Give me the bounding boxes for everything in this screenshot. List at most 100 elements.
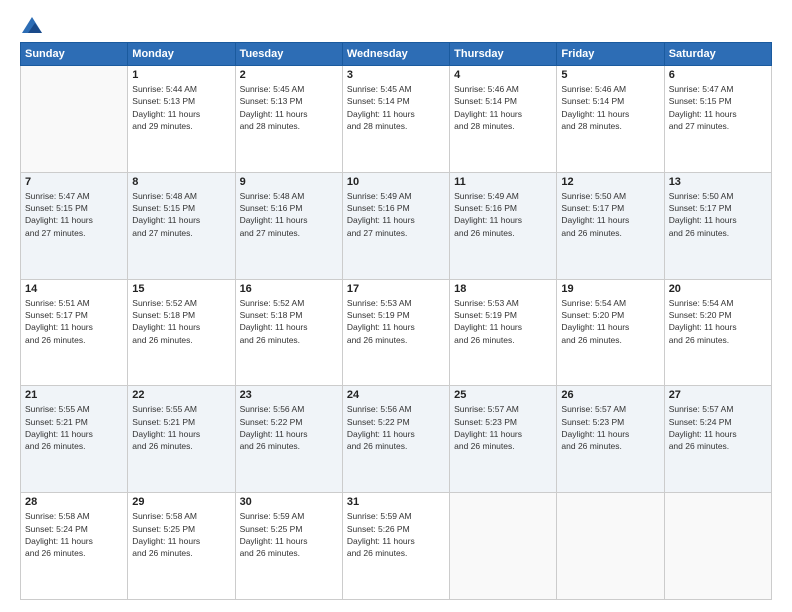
day-number: 5	[561, 69, 659, 81]
calendar-day-23: 23 Sunrise: 5:56 AM Sunset: 5:22 PM Dayli…	[235, 386, 342, 493]
day-number: 20	[669, 283, 767, 295]
day-number: 15	[132, 283, 230, 295]
calendar-empty-cell	[450, 493, 557, 600]
calendar-empty-cell	[21, 66, 128, 173]
calendar-day-2: 2Sunrise: 5:45 AM Sunset: 5:13 PM Daylig…	[235, 66, 342, 173]
calendar-table: SundayMondayTuesdayWednesdayThursdayFrid…	[20, 42, 772, 600]
calendar-day-19: 19Sunrise: 5:54 AM Sunset: 5:20 PM Dayli…	[557, 279, 664, 386]
day-number: 6	[669, 69, 767, 81]
day-number: 26	[561, 389, 659, 401]
day-number: 12	[561, 176, 659, 188]
weekday-header-thursday: Thursday	[450, 43, 557, 66]
calendar-day-3: 3 Sunrise: 5:45 AM Sunset: 5:14 PM Daylig…	[342, 66, 449, 173]
weekday-header-tuesday: Tuesday	[235, 43, 342, 66]
day-info: Sunrise: 5:45 AM Sunset: 5:14 PM Dayligh…	[347, 83, 445, 132]
calendar-day-16: 16Sunrise: 5:52 AM Sunset: 5:18 PM Dayli…	[235, 279, 342, 386]
day-info: Sunrise: 5:50 AM Sunset: 5:17 PM Dayligh…	[561, 190, 659, 239]
day-info: Sunrise: 5:57 AM Sunset: 5:23 PM Dayligh…	[454, 403, 552, 452]
day-info: Sunrise: 5:56 AM Sunset: 5:22 PM Dayligh…	[240, 403, 338, 452]
day-number: 7	[25, 176, 123, 188]
day-info: Sunrise: 5:50 AM Sunset: 5:17 PM Dayligh…	[669, 190, 767, 239]
day-info: Sunrise: 5:52 AM Sunset: 5:18 PM Dayligh…	[132, 297, 230, 346]
day-info: Sunrise: 5:54 AM Sunset: 5:20 PM Dayligh…	[669, 297, 767, 346]
logo-icon	[21, 16, 43, 34]
calendar-empty-cell	[664, 493, 771, 600]
weekday-header-wednesday: Wednesday	[342, 43, 449, 66]
calendar-day-21: 21 Sunrise: 5:55 AM Sunset: 5:21 PM Dayli…	[21, 386, 128, 493]
day-info: Sunrise: 5:48 AM Sunset: 5:16 PM Dayligh…	[240, 190, 338, 239]
day-number: 30	[240, 496, 338, 508]
day-number: 13	[669, 176, 767, 188]
calendar-week-row: 1Sunrise: 5:44 AM Sunset: 5:13 PM Daylig…	[21, 66, 772, 173]
day-info: Sunrise: 5:48 AM Sunset: 5:15 PM Dayligh…	[132, 190, 230, 239]
day-info: Sunrise: 5:47 AM Sunset: 5:15 PM Dayligh…	[669, 83, 767, 132]
day-number: 28	[25, 496, 123, 508]
day-info: Sunrise: 5:55 AM Sunset: 5:21 PM Dayligh…	[132, 403, 230, 452]
day-number: 27	[669, 389, 767, 401]
day-number: 21	[25, 389, 123, 401]
calendar-day-11: 11 Sunrise: 5:49 AM Sunset: 5:16 PM Dayli…	[450, 172, 557, 279]
day-info: Sunrise: 5:52 AM Sunset: 5:18 PM Dayligh…	[240, 297, 338, 346]
day-info: Sunrise: 5:58 AM Sunset: 5:25 PM Dayligh…	[132, 510, 230, 559]
calendar-day-1: 1Sunrise: 5:44 AM Sunset: 5:13 PM Daylig…	[128, 66, 235, 173]
day-info: Sunrise: 5:46 AM Sunset: 5:14 PM Dayligh…	[454, 83, 552, 132]
weekday-header-friday: Friday	[557, 43, 664, 66]
calendar-day-14: 14 Sunrise: 5:51 AM Sunset: 5:17 PM Dayli…	[21, 279, 128, 386]
calendar-week-row: 21 Sunrise: 5:55 AM Sunset: 5:21 PM Dayli…	[21, 386, 772, 493]
logo	[20, 16, 44, 34]
calendar-day-20: 20 Sunrise: 5:54 AM Sunset: 5:20 PM Dayli…	[664, 279, 771, 386]
day-info: Sunrise: 5:51 AM Sunset: 5:17 PM Dayligh…	[25, 297, 123, 346]
calendar-day-18: 18 Sunrise: 5:53 AM Sunset: 5:19 PM Dayli…	[450, 279, 557, 386]
day-number: 31	[347, 496, 445, 508]
header	[20, 16, 772, 34]
calendar-day-17: 17 Sunrise: 5:53 AM Sunset: 5:19 PM Dayli…	[342, 279, 449, 386]
calendar-day-28: 28Sunrise: 5:58 AM Sunset: 5:24 PM Dayli…	[21, 493, 128, 600]
calendar-day-7: 7 Sunrise: 5:47 AM Sunset: 5:15 PM Daylig…	[21, 172, 128, 279]
calendar-empty-cell	[557, 493, 664, 600]
page: SundayMondayTuesdayWednesdayThursdayFrid…	[0, 0, 792, 612]
day-number: 23	[240, 389, 338, 401]
calendar-week-row: 28Sunrise: 5:58 AM Sunset: 5:24 PM Dayli…	[21, 493, 772, 600]
day-info: Sunrise: 5:53 AM Sunset: 5:19 PM Dayligh…	[347, 297, 445, 346]
day-number: 1	[132, 69, 230, 81]
calendar-day-12: 12 Sunrise: 5:50 AM Sunset: 5:17 PM Dayli…	[557, 172, 664, 279]
day-number: 3	[347, 69, 445, 81]
day-info: Sunrise: 5:57 AM Sunset: 5:24 PM Dayligh…	[669, 403, 767, 452]
calendar-day-30: 30 Sunrise: 5:59 AM Sunset: 5:25 PM Dayli…	[235, 493, 342, 600]
day-info: Sunrise: 5:59 AM Sunset: 5:25 PM Dayligh…	[240, 510, 338, 559]
calendar-day-5: 5 Sunrise: 5:46 AM Sunset: 5:14 PM Daylig…	[557, 66, 664, 173]
weekday-header-saturday: Saturday	[664, 43, 771, 66]
day-number: 29	[132, 496, 230, 508]
day-number: 24	[347, 389, 445, 401]
day-number: 25	[454, 389, 552, 401]
calendar-day-24: 24 Sunrise: 5:56 AM Sunset: 5:22 PM Dayli…	[342, 386, 449, 493]
day-info: Sunrise: 5:57 AM Sunset: 5:23 PM Dayligh…	[561, 403, 659, 452]
day-info: Sunrise: 5:46 AM Sunset: 5:14 PM Dayligh…	[561, 83, 659, 132]
day-info: Sunrise: 5:53 AM Sunset: 5:19 PM Dayligh…	[454, 297, 552, 346]
calendar-week-row: 7 Sunrise: 5:47 AM Sunset: 5:15 PM Daylig…	[21, 172, 772, 279]
day-info: Sunrise: 5:47 AM Sunset: 5:15 PM Dayligh…	[25, 190, 123, 239]
day-number: 14	[25, 283, 123, 295]
calendar-day-10: 10Sunrise: 5:49 AM Sunset: 5:16 PM Dayli…	[342, 172, 449, 279]
calendar-day-29: 29 Sunrise: 5:58 AM Sunset: 5:25 PM Dayli…	[128, 493, 235, 600]
calendar-day-4: 4 Sunrise: 5:46 AM Sunset: 5:14 PM Daylig…	[450, 66, 557, 173]
day-info: Sunrise: 5:55 AM Sunset: 5:21 PM Dayligh…	[25, 403, 123, 452]
day-info: Sunrise: 5:56 AM Sunset: 5:22 PM Dayligh…	[347, 403, 445, 452]
day-number: 11	[454, 176, 552, 188]
calendar-header-row: SundayMondayTuesdayWednesdayThursdayFrid…	[21, 43, 772, 66]
calendar-day-15: 15 Sunrise: 5:52 AM Sunset: 5:18 PM Dayli…	[128, 279, 235, 386]
day-number: 8	[132, 176, 230, 188]
calendar-day-22: 22Sunrise: 5:55 AM Sunset: 5:21 PM Dayli…	[128, 386, 235, 493]
day-number: 18	[454, 283, 552, 295]
weekday-header-monday: Monday	[128, 43, 235, 66]
calendar-week-row: 14 Sunrise: 5:51 AM Sunset: 5:17 PM Dayli…	[21, 279, 772, 386]
day-info: Sunrise: 5:59 AM Sunset: 5:26 PM Dayligh…	[347, 510, 445, 559]
calendar-day-27: 27 Sunrise: 5:57 AM Sunset: 5:24 PM Dayli…	[664, 386, 771, 493]
day-number: 4	[454, 69, 552, 81]
calendar-day-13: 13 Sunrise: 5:50 AM Sunset: 5:17 PM Dayli…	[664, 172, 771, 279]
day-number: 17	[347, 283, 445, 295]
day-info: Sunrise: 5:54 AM Sunset: 5:20 PM Dayligh…	[561, 297, 659, 346]
day-info: Sunrise: 5:49 AM Sunset: 5:16 PM Dayligh…	[454, 190, 552, 239]
calendar-day-8: 8 Sunrise: 5:48 AM Sunset: 5:15 PM Daylig…	[128, 172, 235, 279]
day-info: Sunrise: 5:45 AM Sunset: 5:13 PM Dayligh…	[240, 83, 338, 132]
